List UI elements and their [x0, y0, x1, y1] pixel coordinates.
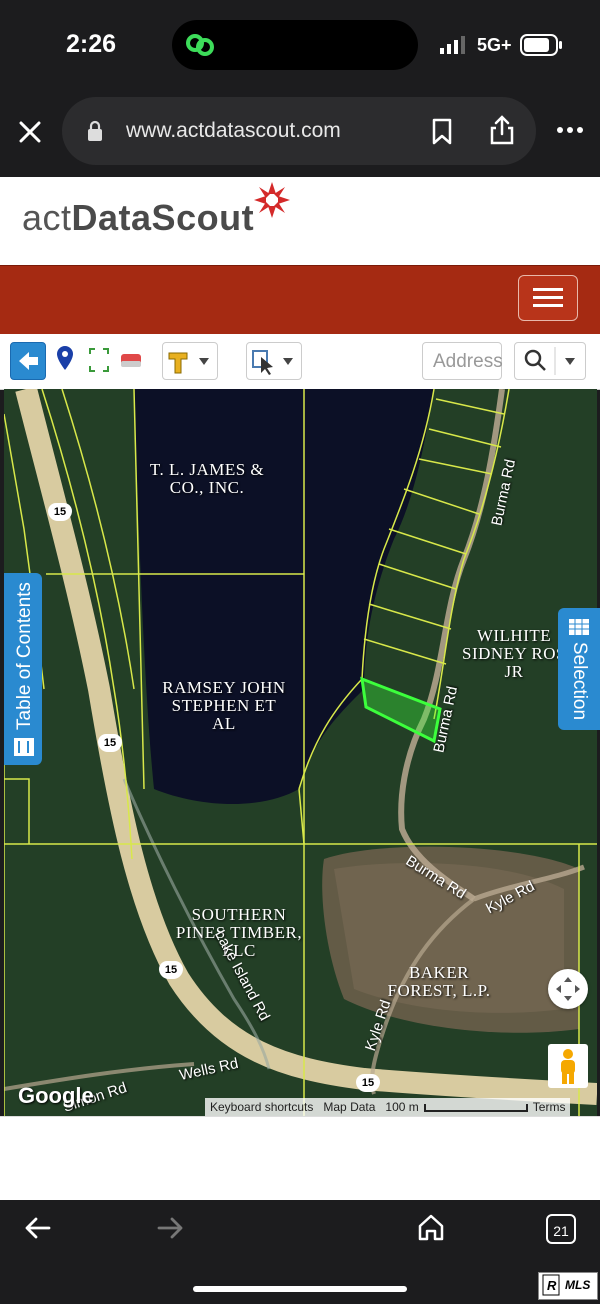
owner-line: CO., INC.: [169, 478, 245, 497]
owner-line: RAMSEY JOHN: [162, 678, 286, 697]
expand-icon: [89, 348, 109, 372]
back-icon[interactable]: [24, 1216, 52, 1240]
owner-line: PINES TIMBER,: [175, 923, 303, 942]
keyboard-shortcuts-link[interactable]: Keyboard shortcuts: [205, 1098, 318, 1116]
select-tool-dropdown[interactable]: [246, 342, 302, 380]
ruler-icon: [168, 352, 209, 374]
signal-icon: [440, 36, 465, 54]
measure-tool-dropdown[interactable]: [162, 342, 218, 380]
dynamic-island: [172, 20, 418, 70]
mls-label: MLS: [565, 1278, 591, 1292]
status-time: 2:26: [66, 30, 117, 58]
network-label: 5G+: [477, 35, 512, 55]
route-shield: 15: [48, 503, 72, 521]
lock-icon: [88, 120, 102, 141]
satellite-map[interactable]: T. L. JAMES & CO., INC. RAMSEY JOHN STEPHE…: [4, 389, 597, 1116]
compass-icon: [556, 977, 580, 1001]
forward-icon[interactable]: [156, 1216, 184, 1240]
owner-line: T. L. JAMES &: [149, 460, 265, 479]
share-icon[interactable]: [488, 114, 516, 146]
link-icon: [186, 34, 214, 56]
owner-line: BAKER: [408, 963, 470, 982]
route-shield: 15: [356, 1074, 380, 1092]
street-view-pegman[interactable]: [548, 1044, 588, 1088]
battery-icon: [520, 34, 562, 56]
owner-line: STEPHEN ET: [171, 696, 277, 715]
mls-badge: R MLS: [538, 1272, 598, 1300]
owner-label-baker-forest: BAKER FOREST, L.P.: [379, 964, 499, 1000]
select-cursor-icon: [252, 350, 293, 375]
route-shield: 15: [98, 734, 122, 752]
back-arrow-button[interactable]: [10, 342, 46, 380]
page-content-below-map: [0, 1116, 600, 1205]
menu-button[interactable]: [518, 275, 578, 321]
grid-icon: [569, 619, 589, 635]
close-icon[interactable]: [18, 120, 42, 144]
search-icon: [524, 347, 575, 375]
hamburger-icon: [533, 288, 563, 307]
terms-link[interactable]: Terms: [528, 1098, 571, 1116]
logo-main: DataScout: [71, 197, 255, 238]
search-dropdown[interactable]: [514, 342, 586, 380]
location-pin-button[interactable]: [50, 342, 80, 380]
home-icon[interactable]: [416, 1212, 446, 1242]
pegman-icon: [561, 1049, 575, 1084]
recenter-button[interactable]: [548, 969, 588, 1009]
eraser-icon: [121, 354, 141, 367]
owner-line: FOREST, L.P.: [387, 981, 491, 1000]
map-pin-icon: [57, 346, 73, 370]
address-input[interactable]: Address: [422, 342, 503, 380]
route-shield: 15: [159, 961, 183, 979]
fullscreen-button[interactable]: [84, 342, 114, 380]
map-data-link[interactable]: Map Data: [318, 1098, 380, 1116]
logo-star-icon: [254, 182, 290, 218]
more-icon[interactable]: [556, 126, 584, 134]
owner-label-ramsey: RAMSEY JOHN STEPHEN ET AL: [139, 679, 309, 733]
selection-tab[interactable]: Selection: [558, 608, 600, 730]
svg-text:R: R: [547, 1278, 557, 1293]
arrow-left-icon: [19, 352, 38, 370]
nav-bar: [0, 265, 600, 335]
realtor-r-icon: R: [542, 1274, 560, 1296]
selection-label: Selection: [569, 641, 590, 721]
owner-line: AL: [212, 714, 236, 733]
owner-label-tl-james: T. L. JAMES & CO., INC.: [122, 461, 292, 497]
map-attribution: Keyboard shortcuts Map Data 100 m Terms: [205, 1098, 571, 1116]
site-logo[interactable]: actDataScout: [22, 197, 254, 239]
eraser-button[interactable]: [116, 342, 146, 380]
table-of-contents-tab[interactable]: Table of Contents: [4, 573, 42, 765]
tabs-button[interactable]: 21: [546, 1214, 576, 1244]
bookmark-icon[interactable]: [430, 118, 454, 146]
url-text[interactable]: www.actdatascout.com: [126, 119, 341, 143]
logo-prefix: act: [22, 197, 72, 238]
toc-label: Table of Contents: [14, 582, 35, 730]
home-indicator: [193, 1286, 407, 1292]
scale-bar: [423, 1103, 528, 1112]
google-logo: Google: [18, 1083, 94, 1108]
scale-label: 100 m: [385, 1100, 419, 1114]
owner-line: SOUTHERN: [191, 905, 287, 924]
toc-icon: [14, 738, 34, 756]
